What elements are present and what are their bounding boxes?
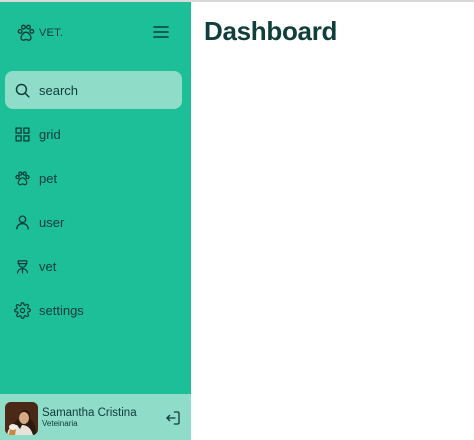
sidebar-item-user[interactable]: user <box>5 203 182 241</box>
paw-icon <box>17 24 35 41</box>
profile-info: Samantha Cristina Veteinaria <box>42 406 137 429</box>
sidebar-item-label: user <box>39 214 65 230</box>
profile-name: Samantha Cristina <box>42 406 137 419</box>
sidebar-item-label: grid <box>39 126 61 142</box>
sidebar-item-pet[interactable]: pet <box>5 159 182 197</box>
page-title: Dashboard <box>204 16 338 46</box>
brand-logo[interactable]: VET. <box>16 23 63 43</box>
search-icon <box>14 82 31 99</box>
grid-icon <box>14 126 31 143</box>
sidebar-item-label: search <box>39 82 79 98</box>
sidebar: VET. search grid pet user vet settings S… <box>0 2 191 440</box>
avatar <box>5 401 38 435</box>
sidebar-nav: search grid pet user vet settings <box>5 71 182 335</box>
profile-role: Veteinaria <box>42 419 78 429</box>
hamburger-menu-icon <box>153 26 169 38</box>
gear-icon <box>14 301 31 319</box>
logout-button[interactable] <box>165 410 181 426</box>
sidebar-item-grid[interactable]: grid <box>5 115 182 153</box>
menu-toggle-button[interactable] <box>153 25 169 39</box>
sidebar-item-label: settings <box>39 302 84 318</box>
sidebar-item-search[interactable]: search <box>5 71 182 109</box>
user-profile-bar: Samantha Cristina Veteinaria <box>0 394 191 440</box>
user-icon <box>14 214 31 231</box>
sidebar-item-label: vet <box>39 258 57 274</box>
paw-icon <box>14 170 31 187</box>
logout-icon <box>166 411 180 425</box>
vet-icon <box>14 258 31 275</box>
brand-name: VET. <box>39 27 64 39</box>
sidebar-item-vet[interactable]: vet <box>5 247 182 285</box>
sidebar-item-label: pet <box>39 170 58 186</box>
sidebar-item-settings[interactable]: settings <box>5 291 182 329</box>
